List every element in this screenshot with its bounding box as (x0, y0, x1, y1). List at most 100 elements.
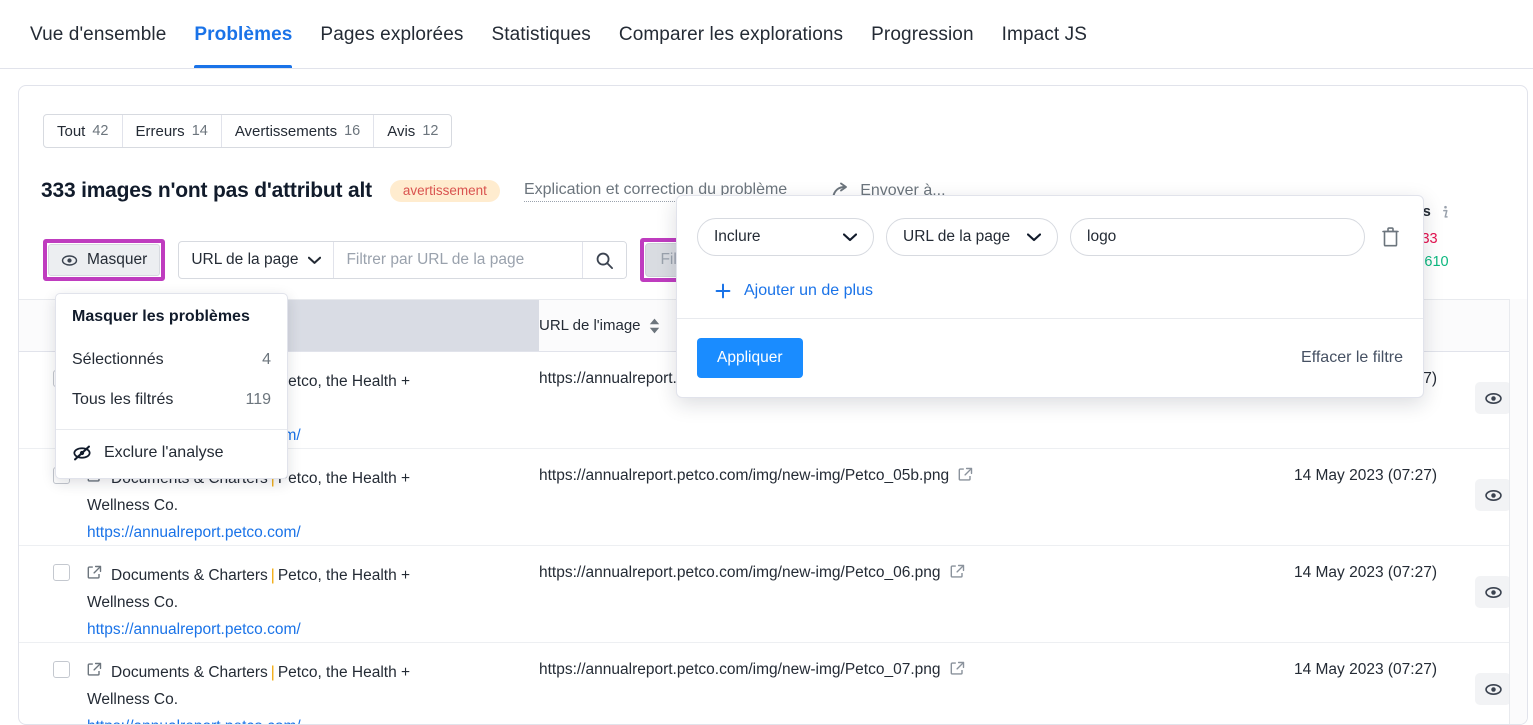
external-link-icon (950, 661, 964, 675)
nav-item-label: Pages explorées (320, 24, 464, 45)
image-url-text: https://annualreport.petco.com/img/new-i… (539, 564, 941, 581)
title-separator: | (270, 567, 275, 584)
nav-item-0[interactable]: Vue d'ensemble (16, 24, 180, 68)
open-image-icon[interactable] (958, 467, 973, 487)
nav-item-4[interactable]: Comparer les explorations (605, 24, 857, 68)
exclude-analysis-item[interactable]: Exclure l'analyse (56, 430, 287, 478)
image-url-text: https://annualreport.petco.com/img/new-i… (539, 467, 950, 484)
apply-filters-button[interactable]: Appliquer (697, 338, 803, 378)
advanced-filters-body: Inclure URL de la page logo Ajouter un d… (677, 196, 1423, 318)
nav-item-label: Statistiques (491, 24, 591, 45)
nav-item-label: Vue d'ensemble (30, 24, 167, 45)
chevron-down-icon (308, 256, 322, 264)
nav-item-label: Progression (871, 24, 974, 45)
search-input[interactable] (334, 242, 583, 278)
row-checkbox[interactable] (53, 661, 70, 678)
add-filter-label: Ajouter un de plus (744, 282, 873, 299)
issue-type-segmented-control: Tout 42 Erreurs 14 Avertissements 16 Avis 12 (43, 114, 453, 148)
date-cell: 14 May 2023 (07:27) (1159, 546, 1459, 642)
add-filter-button[interactable]: Ajouter un de plus (715, 282, 1403, 300)
status-badge: avertissement (389, 179, 500, 203)
page-url-link[interactable]: https://annualreport.petco.com/ (87, 521, 539, 545)
page-title-part2: Petco, the Health + (277, 567, 411, 584)
row-hide-button[interactable] (1475, 382, 1511, 414)
sort-icon[interactable] (649, 318, 660, 334)
hide-dropdown-row-label: Tous les filtrés (72, 391, 174, 408)
image-url-text: https://annualreport.petco.com/img/new-i… (539, 661, 941, 678)
row-checkbox-cell (19, 546, 87, 642)
exclude-analysis-label: Exclure l'analyse (104, 444, 224, 461)
eye-icon (61, 254, 78, 266)
chevron-down-icon (843, 232, 857, 241)
open-image-icon[interactable] (950, 564, 965, 584)
delete-filter-button[interactable] (1377, 227, 1403, 247)
filter-condition-select[interactable]: Inclure (697, 218, 874, 256)
hide-issues-dropdown-title: Masquer les problèmes (72, 308, 250, 325)
nav-item-label: Problèmes (194, 24, 293, 45)
date-text: 14 May 2023 (07:27) (1293, 467, 1437, 484)
page-url-link[interactable]: https://annualreport.petco.com/ (87, 715, 539, 724)
external-link-icon (950, 564, 964, 578)
date-text: 14 May 2023 (07:27) (1293, 661, 1437, 678)
filter-field-label: URL de la page (191, 251, 299, 268)
hide-dropdown-row-1[interactable]: Tous les filtrés 119 (56, 380, 287, 420)
nav-item-2[interactable]: Pages explorées (306, 24, 477, 68)
filter-field-select-advanced[interactable]: URL de la page (886, 218, 1058, 256)
eye-icon (1484, 392, 1502, 404)
page-title-line: Documents & Charters|Petco, the Health + (87, 661, 539, 685)
page-title-part2: Petco, the Health + (277, 664, 411, 681)
info-icon[interactable] (1439, 205, 1452, 220)
title-separator: | (270, 664, 275, 681)
search-button[interactable] (582, 242, 627, 278)
hide-issues-button[interactable]: Masquer (48, 244, 161, 276)
nav-item-5[interactable]: Progression (857, 24, 987, 68)
nav-item-1[interactable]: Problèmes (180, 24, 306, 68)
issues-card: Tout 42 Erreurs 14 Avertissements 16 Avis 12 33… (18, 85, 1528, 725)
segment-label: Avertissements (234, 122, 338, 140)
filter-field-select[interactable]: URL de la page (179, 242, 335, 278)
segment-1[interactable]: Erreurs 14 (123, 115, 222, 147)
page-title-part3: Wellness Co. (87, 497, 179, 514)
nav-item-label: Comparer les explorations (618, 24, 844, 45)
trash-icon (1381, 227, 1399, 247)
hide-dropdown-row-0[interactable]: Sélectionnés 4 (56, 340, 287, 380)
search-icon (597, 252, 614, 269)
page-title: 333 images n'ont pas d'attribut alt (41, 179, 372, 202)
filter-value-input[interactable] (1070, 218, 1365, 256)
page-url-link[interactable]: https://annualreport.petco.com/ (87, 618, 539, 642)
hide-issues-dropdown: Masquer les problèmes Sélectionnés 4 Tous … (55, 293, 288, 479)
nav-item-6[interactable]: Impact JS (988, 24, 1101, 68)
advanced-filters-popover: Inclure URL de la page logo Ajouter un d… (676, 195, 1424, 398)
eye-icon (1484, 489, 1502, 501)
hide-dropdown-row-count: 4 (262, 351, 271, 368)
open-image-icon[interactable] (950, 661, 965, 681)
row-hide-button[interactable] (1475, 479, 1511, 511)
hide-button-highlight: Masquer (43, 239, 166, 281)
table-row: Documents & Charters|Petco, the Health +… (19, 546, 1527, 643)
image-url-header-label: URL de l'image (539, 317, 641, 334)
eye-icon (1484, 586, 1502, 598)
hide-issues-label: Masquer (87, 251, 148, 268)
date-text: 14 May 2023 (07:27) (1293, 564, 1437, 581)
open-page-icon[interactable] (87, 661, 102, 685)
page-title-line: Documents & Charters|Petco, the Health + (87, 564, 539, 588)
chevron-down-icon (1027, 232, 1041, 241)
nav-item-3[interactable]: Statistiques (477, 24, 604, 68)
table-right-rail (1509, 299, 1527, 724)
segment-0[interactable]: Tout 42 (44, 115, 123, 147)
row-checkbox[interactable] (53, 564, 70, 581)
segment-2[interactable]: Avertissements 16 (222, 115, 375, 147)
image-url-cell: https://annualreport.petco.com/img/new-i… (539, 546, 1159, 642)
row-hide-button[interactable] (1475, 673, 1511, 705)
external-link-icon (958, 467, 973, 481)
segment-3[interactable]: Avis 12 (374, 115, 451, 147)
row-hide-button[interactable] (1475, 576, 1511, 608)
primary-navigation: Vue d'ensemble Problèmes Pages explorées St… (0, 0, 1533, 69)
open-page-icon[interactable] (87, 564, 102, 588)
segment-count: 12 (422, 123, 439, 139)
filter-rule-row: Inclure URL de la page (697, 218, 1403, 256)
external-link-icon (87, 662, 102, 676)
segment-label: Avis (387, 122, 416, 140)
clear-filter-button[interactable]: Effacer le filtre (1301, 349, 1403, 367)
filter-field-value: URL de la page (903, 228, 1011, 245)
